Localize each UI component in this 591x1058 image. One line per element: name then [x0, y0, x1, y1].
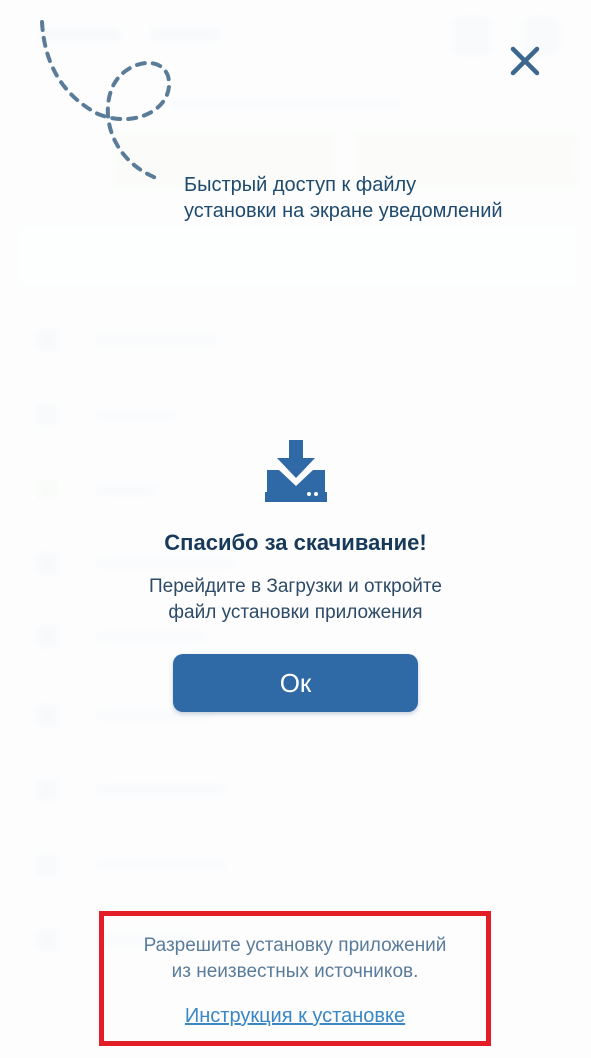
- dialog-message: Перейдите в Загрузки и откройте файл уст…: [0, 574, 591, 626]
- dialog-message-line-1: Перейдите в Загрузки и откройте: [149, 576, 442, 597]
- dialog-title: Спасибо за скачивание!: [164, 530, 427, 555]
- close-button[interactable]: [506, 42, 544, 80]
- unknown-sources-notice: Разрешите установку приложений из неизве…: [99, 933, 491, 985]
- dialog-message-line-2: файл установки приложения: [168, 602, 423, 623]
- notice-line-2: из неизвестных источников.: [171, 961, 419, 982]
- dashed-arrow-icon: [40, 20, 172, 180]
- ok-button[interactable]: Ок: [173, 654, 418, 712]
- install-instructions-link[interactable]: Инструкция к установке: [99, 1005, 491, 1028]
- notice-line-1: Разрешите установку приложений: [143, 935, 447, 956]
- notification-hint-text: Быстрый доступ к файлу установки на экра…: [184, 172, 584, 224]
- close-icon: [510, 46, 540, 76]
- hint-line-1: Быстрый доступ к файлу: [184, 174, 417, 196]
- download-icon: [265, 440, 327, 502]
- hint-line-2: установки на экране уведомлений: [184, 200, 503, 222]
